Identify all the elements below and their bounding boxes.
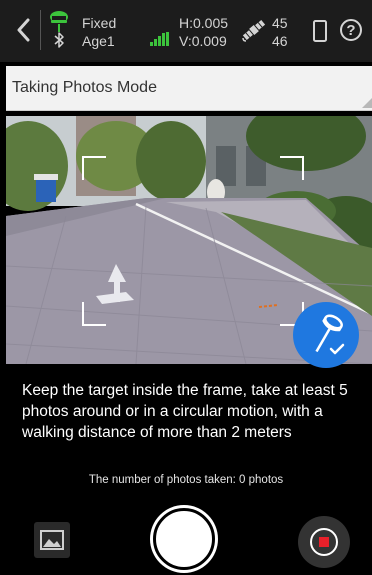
photo-count-label: The number of photos taken: 0 photos [88, 474, 284, 486]
record-button[interactable] [298, 516, 350, 568]
signal-strength-icon [150, 32, 169, 46]
vertical-accuracy: V:0.009 [179, 33, 227, 49]
divider [40, 10, 41, 50]
back-icon [17, 18, 30, 42]
target-frame-corner [280, 156, 304, 180]
horizontal-accuracy: H:0.005 [179, 15, 229, 31]
mode-bar[interactable]: Taking Photos Mode [6, 66, 372, 111]
gallery-icon [40, 530, 64, 550]
accuracy-info: H:0.005 V:0.009 [179, 14, 228, 50]
target-frame-corner [82, 156, 106, 180]
status-bar: Fixed Age1 H:0.005 V:0.009 45 46 ? [0, 0, 372, 62]
shutter-button[interactable] [153, 508, 215, 570]
satellites-used: 45 [272, 15, 288, 31]
bluetooth-icon [54, 32, 64, 48]
phone-icon[interactable] [313, 20, 327, 42]
gnss-pole-check-icon [315, 314, 345, 355]
gnss-pole-badge[interactable] [293, 302, 359, 368]
satellites-tracked: 46 [272, 33, 288, 49]
gnss-receiver-icon[interactable] [48, 10, 70, 50]
dropdown-corner-icon [362, 98, 372, 108]
back-button[interactable] [12, 16, 34, 44]
gallery-button[interactable] [34, 522, 70, 558]
instruction-text: Keep the target inside the frame, take a… [22, 382, 348, 441]
target-frame-corner [82, 302, 106, 326]
stop-square-icon [319, 537, 329, 547]
help-icon[interactable]: ? [340, 19, 362, 41]
satellite-count: 45 46 [272, 14, 288, 50]
fix-status: Fixed [82, 15, 117, 31]
fix-info: Fixed Age1 [82, 14, 116, 50]
mode-title: Taking Photos Mode [12, 79, 157, 96]
correction-age: Age1 [82, 33, 115, 49]
satellite-icon[interactable] [240, 16, 268, 44]
